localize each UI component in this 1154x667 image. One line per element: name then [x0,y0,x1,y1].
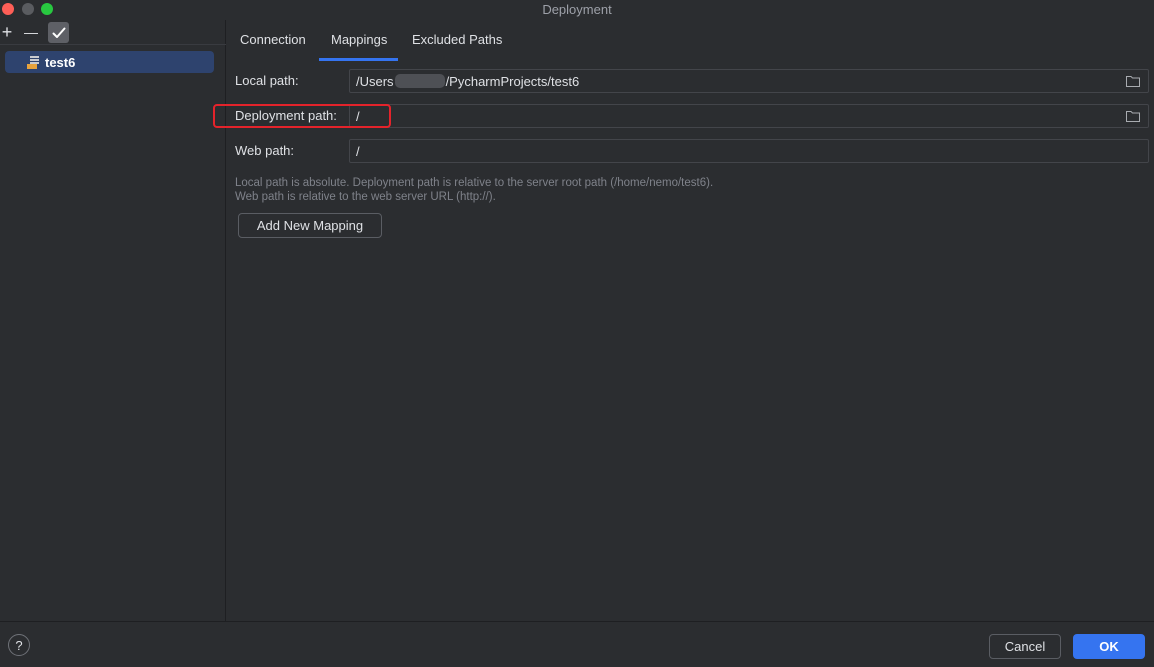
cancel-button[interactable]: Cancel [989,634,1061,659]
dialog-footer: ? Cancel OK [0,621,1154,667]
web-path-field[interactable]: / [349,139,1149,163]
folder-icon[interactable] [1126,110,1140,122]
deployment-path-field[interactable]: / [349,104,1149,128]
tab-connection[interactable]: Connection [240,32,306,47]
server-item-label: test6 [45,54,76,70]
local-path-field[interactable]: /Users/PycharmProjects/test6 [349,69,1149,93]
server-list-toolbar: + — [0,20,226,45]
redacted-username [394,74,445,88]
set-default-button[interactable] [48,22,69,43]
tab-excluded-paths[interactable]: Excluded Paths [412,32,502,47]
active-tab-indicator [319,58,398,61]
mapping-help-text: Local path is absolute. Deployment path … [235,176,713,204]
web-path-label: Web path: [235,143,295,158]
title-bar: Deployment [0,0,1154,20]
local-path-label: Local path: [235,73,299,88]
local-path-prefix: /Users [356,73,394,89]
help-button[interactable]: ? [8,634,30,656]
help-line-1: Local path is absolute. Deployment path … [235,177,714,189]
check-icon [52,27,65,38]
add-server-button[interactable]: + [0,22,15,42]
window-title: Deployment [542,2,612,17]
server-list-panel: + — test6 [0,20,226,621]
tab-mappings[interactable]: Mappings [331,32,387,47]
help-line-2: Web path is relative to the web server U… [235,191,496,203]
remove-server-button[interactable]: — [23,22,39,42]
local-path-suffix: /PycharmProjects/test6 [445,73,580,89]
server-settings-panel: Connection Mappings Excluded Paths Local… [213,20,1154,621]
web-path-value: / [356,143,360,159]
server-item-test6[interactable]: test6 [5,51,214,73]
highlight-annotation-box [213,104,391,128]
settings-tabs: Connection Mappings Excluded Paths [227,20,1154,61]
folder-icon[interactable] [1126,75,1140,87]
sftp-server-icon [27,55,41,69]
add-new-mapping-button[interactable]: Add New Mapping [238,213,382,238]
ok-button[interactable]: OK [1073,634,1145,659]
